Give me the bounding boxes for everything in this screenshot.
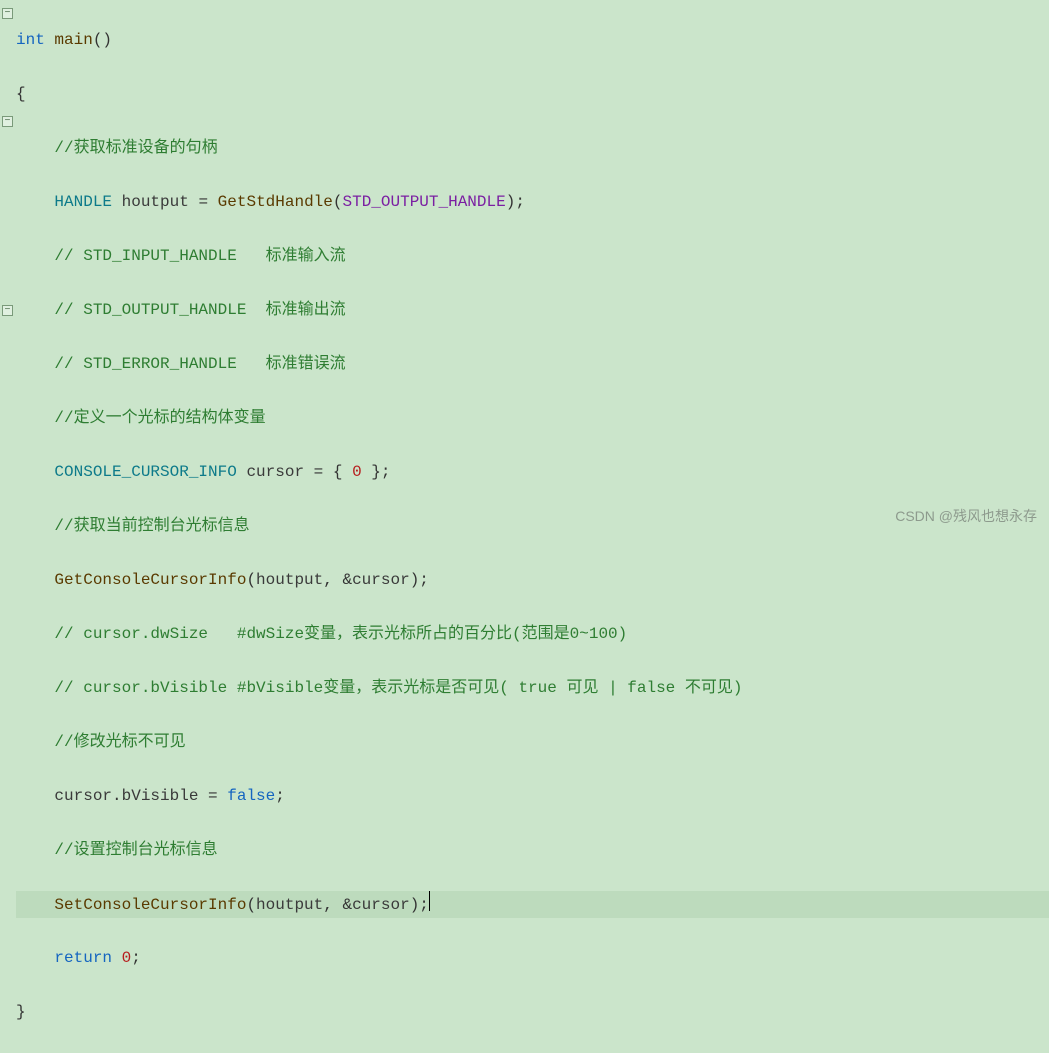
- identifier: houtput: [122, 193, 189, 211]
- type: HANDLE: [54, 193, 112, 211]
- comment: //定义一个光标的结构体变量: [54, 409, 265, 427]
- identifier: cursor: [54, 787, 112, 805]
- punct: );: [410, 571, 429, 589]
- function-call: SetConsoleCursorInfo: [54, 896, 246, 914]
- code-editor[interactable]: int main() { //获取标准设备的句柄 HANDLE houtput …: [16, 0, 1049, 1053]
- code-line-current[interactable]: SetConsoleCursorInfo(houtput, &cursor);: [16, 891, 1049, 918]
- keyword: return: [54, 949, 112, 967]
- code-line[interactable]: // cursor.bVisible #bVisible变量，表示光标是否可见(…: [16, 675, 1049, 702]
- punct: );: [506, 193, 525, 211]
- function-call: GetStdHandle: [218, 193, 333, 211]
- brace: }: [16, 1003, 26, 1021]
- punct: ;: [275, 787, 285, 805]
- code-line[interactable]: return 0;: [16, 945, 1049, 972]
- punct: (): [93, 31, 112, 49]
- code-line[interactable]: cursor.bVisible = false;: [16, 783, 1049, 810]
- text-cursor: [429, 891, 430, 911]
- keyword: false: [227, 787, 275, 805]
- function-name: main: [54, 31, 92, 49]
- comment: //获取标准设备的句柄: [54, 139, 217, 157]
- watermark: CSDN @残风也想永存: [895, 503, 1037, 530]
- code-line[interactable]: int main(): [16, 27, 1049, 54]
- code-line[interactable]: // STD_ERROR_HANDLE 标准错误流: [16, 351, 1049, 378]
- punct: (: [246, 896, 256, 914]
- number: 0: [122, 949, 132, 967]
- code-line[interactable]: GetConsoleCursorInfo(houtput, &cursor);: [16, 567, 1049, 594]
- code-line[interactable]: CONSOLE_CURSOR_INFO cursor = { 0 };: [16, 459, 1049, 486]
- code-line[interactable]: // cursor.dwSize #dwSize变量，表示光标所占的百分比(范围…: [16, 621, 1049, 648]
- identifier: cursor: [246, 463, 304, 481]
- punct: .: [112, 787, 122, 805]
- member: bVisible: [122, 787, 199, 805]
- punct: , &: [323, 571, 352, 589]
- punct: (: [246, 571, 256, 589]
- code-line[interactable]: //定义一个光标的结构体变量: [16, 405, 1049, 432]
- comment: //设置控制台光标信息: [54, 841, 217, 859]
- comment: // cursor.bVisible #bVisible变量，表示光标是否可见(…: [54, 679, 742, 697]
- comment: //修改光标不可见: [54, 733, 185, 751]
- comment: // cursor.dwSize #dwSize变量，表示光标所占的百分比(范围…: [54, 625, 627, 643]
- comment: // STD_OUTPUT_HANDLE 标准输出流: [54, 301, 345, 319]
- code-line[interactable]: //设置控制台光标信息: [16, 837, 1049, 864]
- constant: STD_OUTPUT_HANDLE: [342, 193, 505, 211]
- code-line[interactable]: //获取标准设备的句柄: [16, 135, 1049, 162]
- punct: = {: [304, 463, 352, 481]
- fold-toggle-icon[interactable]: −: [2, 8, 13, 19]
- function-call: GetConsoleCursorInfo: [54, 571, 246, 589]
- number: 0: [352, 463, 362, 481]
- punct: };: [362, 463, 391, 481]
- identifier: houtput: [256, 896, 323, 914]
- identifier: cursor: [352, 571, 410, 589]
- identifier: houtput: [256, 571, 323, 589]
- punct: ;: [131, 949, 141, 967]
- code-line[interactable]: // STD_OUTPUT_HANDLE 标准输出流: [16, 297, 1049, 324]
- comment: //获取当前控制台光标信息: [54, 517, 249, 535]
- code-line[interactable]: }: [16, 999, 1049, 1026]
- comment: // STD_ERROR_HANDLE 标准错误流: [54, 355, 345, 373]
- code-line[interactable]: HANDLE houtput = GetStdHandle(STD_OUTPUT…: [16, 189, 1049, 216]
- code-line[interactable]: //修改光标不可见: [16, 729, 1049, 756]
- punct: , &: [323, 896, 352, 914]
- punct: =: [198, 787, 227, 805]
- punct: =: [189, 193, 218, 211]
- code-line[interactable]: // STD_INPUT_HANDLE 标准输入流: [16, 243, 1049, 270]
- space: [112, 949, 122, 967]
- brace: {: [16, 85, 26, 103]
- identifier: cursor: [352, 896, 410, 914]
- keyword: int: [16, 31, 45, 49]
- punct: );: [410, 896, 429, 914]
- fold-toggle-icon[interactable]: −: [2, 116, 13, 127]
- fold-toggle-icon[interactable]: −: [2, 305, 13, 316]
- type: CONSOLE_CURSOR_INFO: [54, 463, 236, 481]
- code-line[interactable]: {: [16, 81, 1049, 108]
- comment: // STD_INPUT_HANDLE 标准输入流: [54, 247, 345, 265]
- fold-gutter: − − −: [0, 0, 16, 536]
